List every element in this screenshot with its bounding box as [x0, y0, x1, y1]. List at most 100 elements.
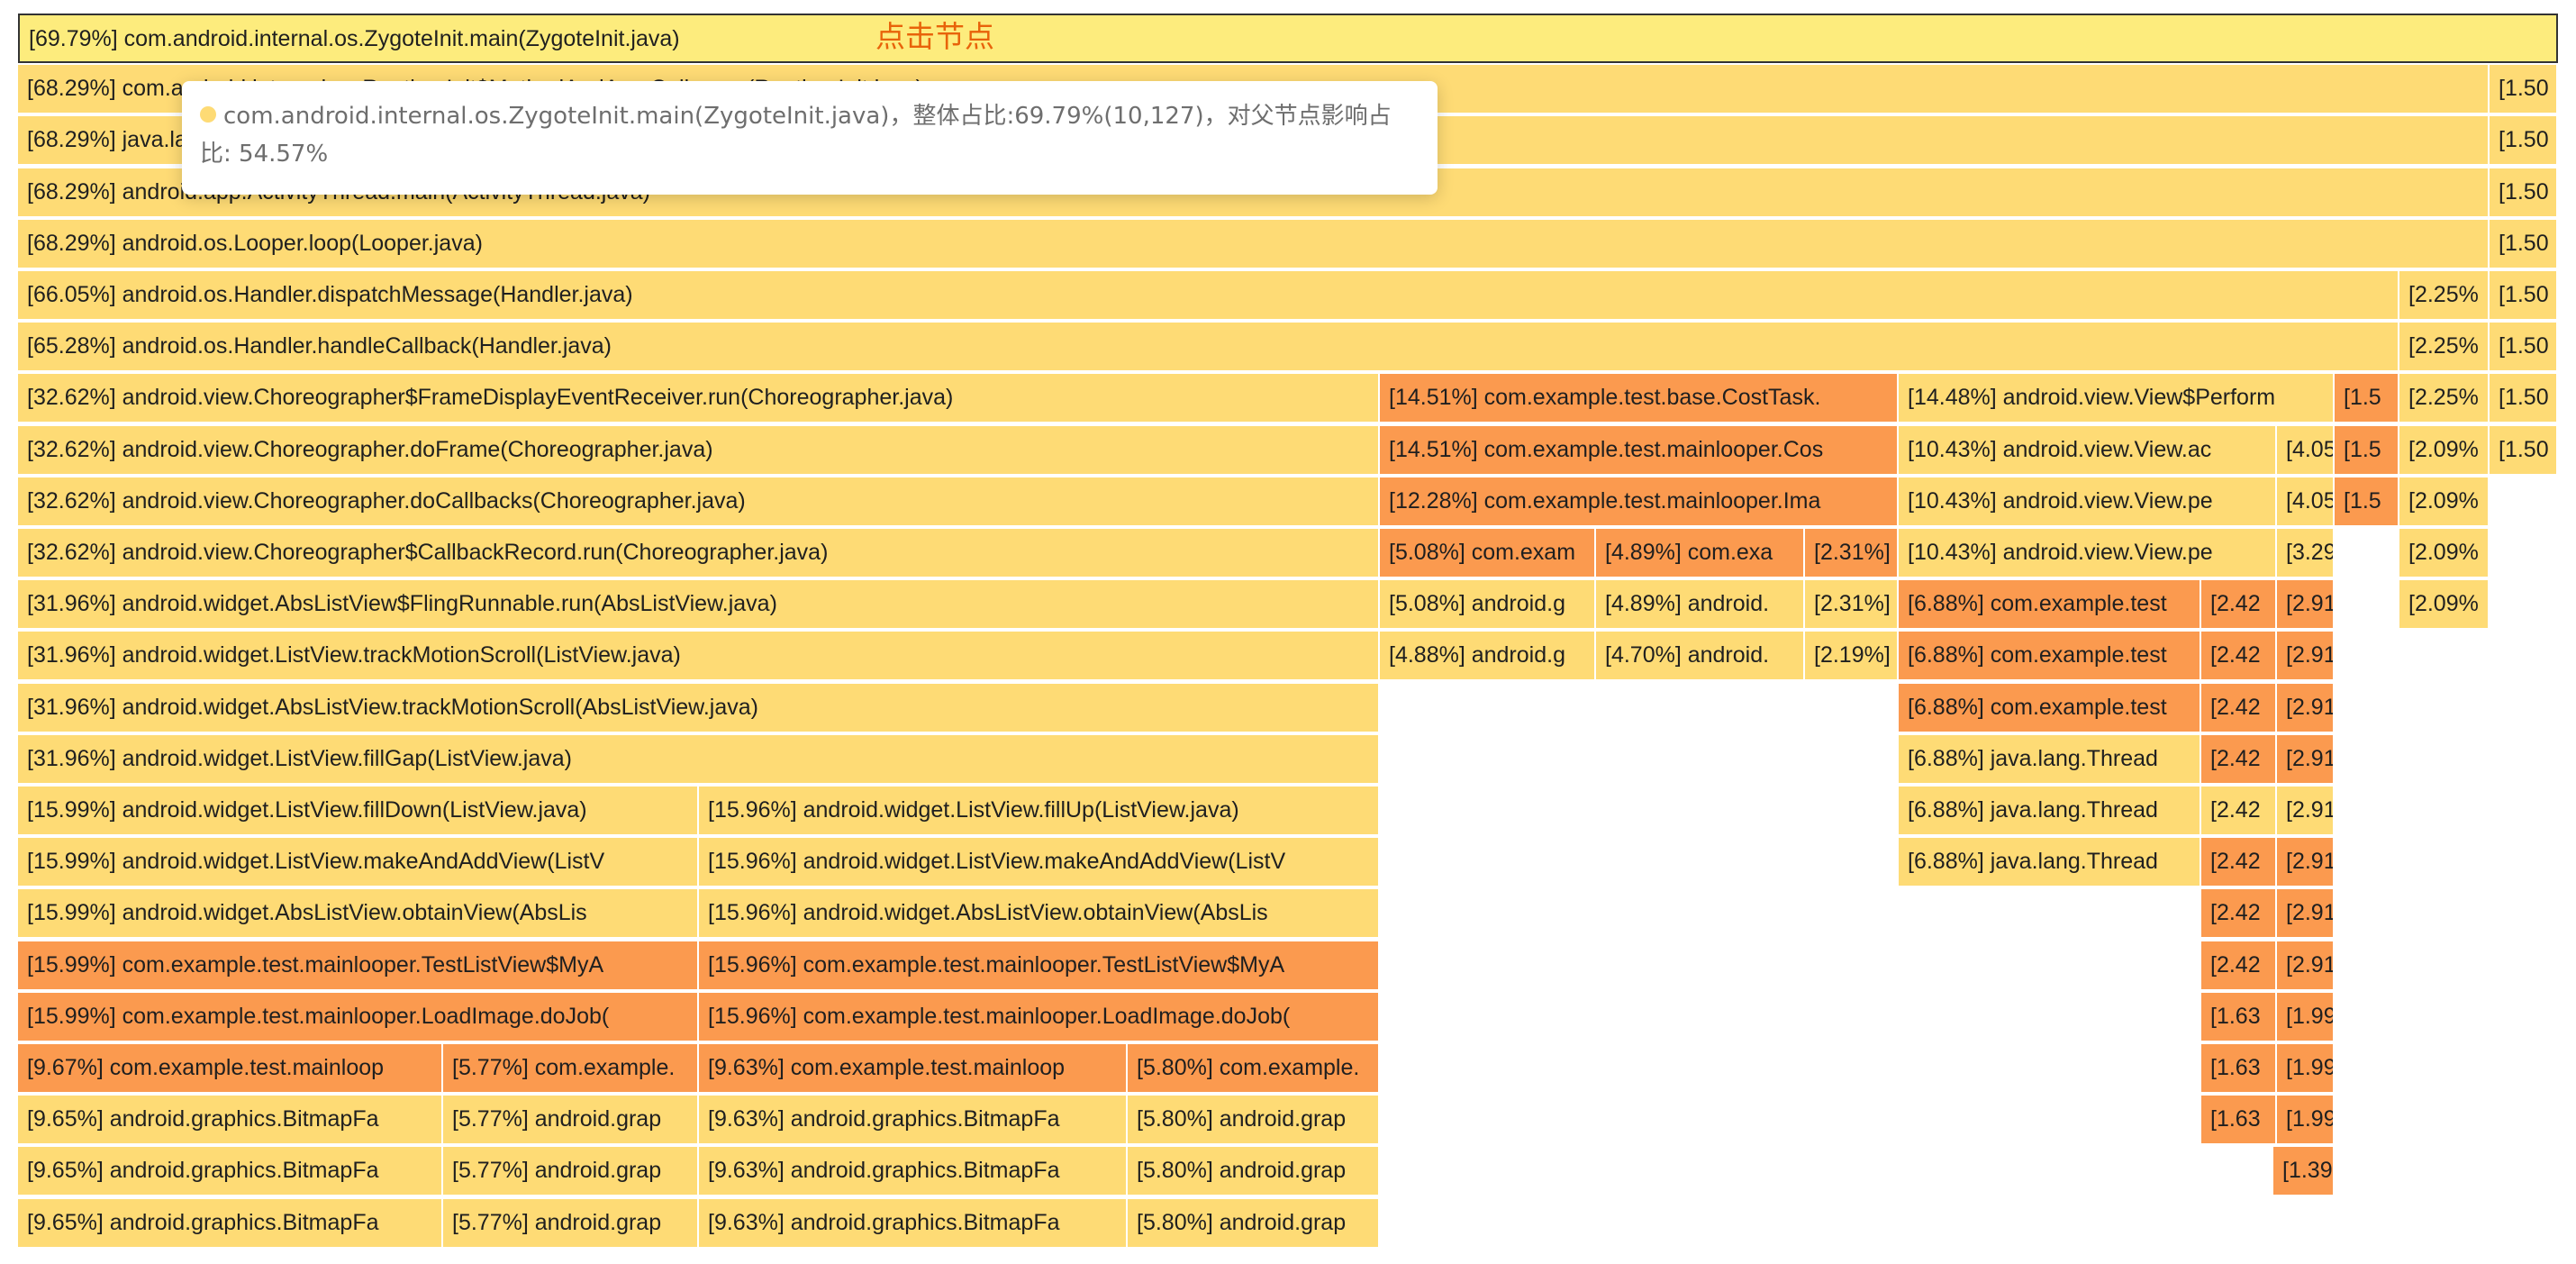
flame-node[interactable]: [15.96%] android.widget.ListView.makeAnd…: [699, 838, 1380, 888]
flame-node[interactable]: [5.80%] com.example.: [1128, 1044, 1380, 1094]
flame-node[interactable]: [14.51%] com.example.test.mainlooper.Cos: [1380, 425, 1899, 476]
flame-node[interactable]: [68.29%] android.os.Looper.loop(Looper.j…: [18, 219, 2490, 269]
flame-node[interactable]: [1.50: [2490, 116, 2558, 167]
flame-node[interactable]: [5.77%] com.example.: [443, 1044, 699, 1094]
flame-node[interactable]: [15.99%] com.example.test.mainlooper.Loa…: [18, 992, 699, 1042]
flame-node[interactable]: [31.96%] android.widget.ListView.trackMo…: [18, 632, 1380, 682]
flame-node[interactable]: [6.88%] com.example.test: [1899, 632, 2201, 682]
flame-node[interactable]: [2.91: [2277, 683, 2335, 733]
flame-node[interactable]: [1.5: [2335, 477, 2399, 527]
flame-node[interactable]: [1.50: [2490, 65, 2558, 115]
flame-node[interactable]: [1.39: [2273, 1147, 2335, 1197]
flame-node[interactable]: [9.63%] android.graphics.BitmapFa: [699, 1096, 1128, 1146]
flame-node[interactable]: [4.89%] com.exa: [1596, 529, 1805, 578]
flame-node[interactable]: [65.28%] android.os.Handler.handleCallba…: [18, 323, 2399, 373]
flame-node[interactable]: [2.42: [2201, 838, 2277, 888]
flame-node[interactable]: [1.63: [2201, 1096, 2277, 1146]
flame-node[interactable]: [9.65%] android.graphics.BitmapFa: [18, 1096, 443, 1146]
flame-node[interactable]: [15.99%] android.widget.AbsListView.obta…: [18, 889, 699, 940]
flame-node[interactable]: [2.91: [2277, 787, 2335, 836]
flame-node[interactable]: [2.09%: [2399, 425, 2490, 476]
flame-node[interactable]: [2.42: [2201, 683, 2277, 733]
flame-node[interactable]: [1.99: [2277, 1096, 2335, 1146]
flame-node[interactable]: [31.96%] android.widget.ListView.fillGap…: [18, 734, 1380, 785]
flame-node[interactable]: [15.99%] android.widget.ListView.makeAnd…: [18, 838, 699, 888]
flame-node[interactable]: [9.65%] android.graphics.BitmapFa: [18, 1198, 443, 1249]
flame-node[interactable]: [2.09%: [2399, 529, 2490, 578]
flame-node[interactable]: [4.05: [2277, 425, 2335, 476]
flame-node[interactable]: [1.5: [2335, 425, 2399, 476]
flame-node[interactable]: [1.63: [2201, 1044, 2277, 1094]
flame-node[interactable]: [12.28%] com.example.test.mainlooper.Ima: [1380, 477, 1899, 527]
flame-node[interactable]: [6.88%] com.example.test: [1899, 683, 2201, 733]
flame-node[interactable]: [2.19%]: [1805, 632, 1899, 682]
flame-node[interactable]: [1.99: [2277, 992, 2335, 1042]
flame-node[interactable]: [2.09%: [2399, 580, 2490, 631]
flame-node[interactable]: [2.25%: [2399, 374, 2490, 424]
flame-node[interactable]: [15.96%] com.example.test.mainlooper.Tes…: [699, 941, 1380, 991]
flame-node[interactable]: [9.63%] android.graphics.BitmapFa: [699, 1147, 1128, 1197]
flame-node[interactable]: [2.42: [2201, 787, 2277, 836]
flame-node[interactable]: [5.77%] android.grap: [443, 1096, 699, 1146]
flame-node[interactable]: [15.96%] android.widget.AbsListView.obta…: [699, 889, 1380, 940]
flame-node[interactable]: [5.08%] com.exam: [1380, 529, 1596, 578]
flame-node[interactable]: [1.50: [2490, 219, 2558, 269]
flame-node[interactable]: [2.91: [2277, 580, 2335, 631]
flame-node[interactable]: [4.88%] android.g: [1380, 632, 1596, 682]
flame-node[interactable]: [2.42: [2201, 734, 2277, 785]
flame-node[interactable]: [2.25%: [2399, 323, 2490, 373]
flame-node[interactable]: [2.91: [2277, 889, 2335, 940]
flame-node[interactable]: [5.80%] android.grap: [1128, 1147, 1380, 1197]
flame-node[interactable]: [32.62%] android.view.Choreographer$Call…: [18, 529, 1380, 578]
flame-node[interactable]: [2.09%: [2399, 477, 2490, 527]
flame-node[interactable]: [1.50: [2490, 425, 2558, 476]
flame-node[interactable]: [5.08%] android.g: [1380, 580, 1596, 631]
flame-root-node[interactable]: [69.79%] com.android.internal.os.ZygoteI…: [18, 14, 2558, 63]
flame-node[interactable]: [2.91: [2277, 941, 2335, 991]
flame-node[interactable]: [9.65%] android.graphics.BitmapFa: [18, 1147, 443, 1197]
flame-node[interactable]: [31.96%] android.widget.AbsListView$Flin…: [18, 580, 1380, 631]
flame-node[interactable]: [2.42: [2201, 580, 2277, 631]
flame-node[interactable]: [9.63%] com.example.test.mainloop: [699, 1044, 1128, 1094]
flame-node[interactable]: [4.05: [2277, 477, 2335, 527]
flame-node[interactable]: [32.62%] android.view.Choreographer.doFr…: [18, 425, 1380, 476]
flame-node[interactable]: [2.91: [2277, 632, 2335, 682]
flame-node[interactable]: [6.88%] java.lang.Thread: [1899, 734, 2201, 785]
flame-node[interactable]: [2.31%]: [1805, 529, 1899, 578]
flame-node[interactable]: [5.77%] android.grap: [443, 1198, 699, 1249]
flame-node[interactable]: [5.80%] android.grap: [1128, 1096, 1380, 1146]
flame-node[interactable]: [15.99%] android.widget.ListView.fillDow…: [18, 787, 699, 836]
flame-node[interactable]: [5.80%] android.grap: [1128, 1198, 1380, 1249]
flame-node[interactable]: [9.63%] android.graphics.BitmapFa: [699, 1198, 1128, 1249]
flame-node[interactable]: [6.88%] java.lang.Thread: [1899, 787, 2201, 836]
flame-node[interactable]: [15.99%] com.example.test.mainlooper.Tes…: [18, 941, 699, 991]
flame-node[interactable]: [10.43%] android.view.View.pe: [1899, 477, 2277, 527]
flame-node[interactable]: [66.05%] android.os.Handler.dispatchMess…: [18, 271, 2399, 321]
flame-node[interactable]: [15.96%] android.widget.ListView.fillUp(…: [699, 787, 1380, 836]
flame-node[interactable]: [6.88%] java.lang.Thread: [1899, 838, 2201, 888]
flame-node[interactable]: [2.91: [2277, 838, 2335, 888]
flame-node[interactable]: [14.48%] android.view.View$Perform: [1899, 374, 2335, 424]
flame-node[interactable]: [9.67%] com.example.test.mainloop: [18, 1044, 443, 1094]
flame-node[interactable]: [2.42: [2201, 941, 2277, 991]
flame-node[interactable]: [1.63: [2201, 992, 2277, 1042]
flame-node[interactable]: [1.50: [2490, 168, 2558, 218]
flame-node[interactable]: [6.88%] com.example.test: [1899, 580, 2201, 631]
flame-node[interactable]: [31.96%] android.widget.AbsListView.trac…: [18, 683, 1380, 733]
flame-node[interactable]: [1.50: [2490, 323, 2558, 373]
flame-node[interactable]: [32.62%] android.view.Choreographer.doCa…: [18, 477, 1380, 527]
flame-node[interactable]: [1.50: [2490, 271, 2558, 321]
flame-node[interactable]: [4.89%] android.: [1596, 580, 1805, 631]
flame-node[interactable]: [2.31%]: [1805, 580, 1899, 631]
flame-node[interactable]: [15.96%] com.example.test.mainlooper.Loa…: [699, 992, 1380, 1042]
flame-node[interactable]: [2.42: [2201, 889, 2277, 940]
flame-node[interactable]: [2.42: [2201, 632, 2277, 682]
flame-node[interactable]: [1.5: [2335, 374, 2399, 424]
flame-node[interactable]: [10.43%] android.view.View.ac: [1899, 425, 2277, 476]
flame-node[interactable]: [10.43%] android.view.View.pe: [1899, 529, 2277, 578]
flame-node[interactable]: [2.91: [2277, 734, 2335, 785]
flame-node[interactable]: [1.50: [2490, 374, 2558, 424]
flame-node[interactable]: [3.29: [2277, 529, 2335, 578]
flame-node[interactable]: [1.99: [2277, 1044, 2335, 1094]
flame-node[interactable]: [5.77%] android.grap: [443, 1147, 699, 1197]
